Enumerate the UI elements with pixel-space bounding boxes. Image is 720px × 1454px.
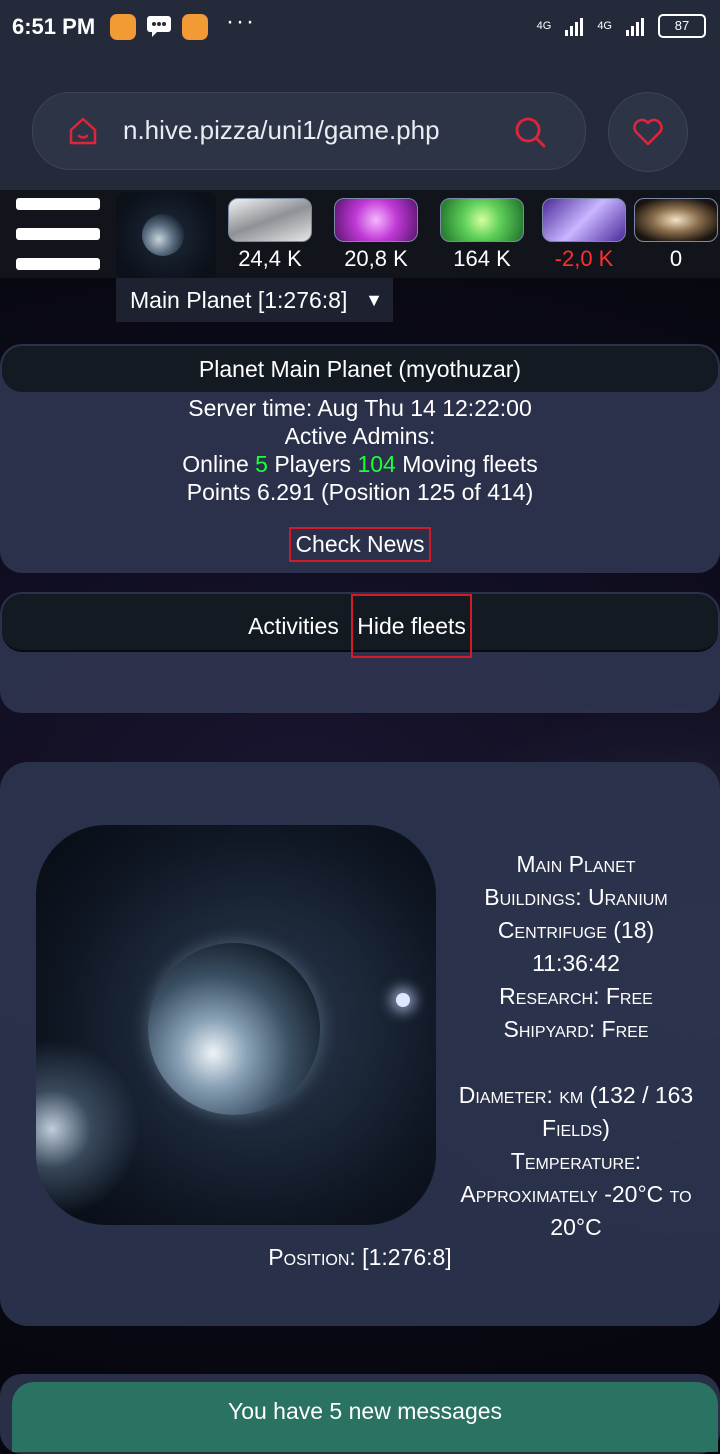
resource-energy[interactable]: -2,0 K: [542, 198, 626, 272]
signal-icon: [565, 16, 584, 36]
planet-info: Main Planet Buildings: Uranium Centrifug…: [452, 848, 700, 1244]
planet-selector-value: Main Planet [1:276:8]: [130, 287, 348, 313]
resource-value: 0: [669, 246, 683, 271]
dark-matter-icon: [634, 198, 718, 242]
network-label: 4G: [536, 20, 552, 32]
resource-deuterium[interactable]: 164 K: [440, 198, 524, 272]
overview-title: Planet Main Planet (myothuzar): [2, 346, 718, 392]
message-icon: [146, 14, 172, 40]
players-count: 104: [357, 451, 396, 477]
moving-fleets-label: Moving fleets: [402, 451, 538, 477]
shipyard-status: Shipyard: Free: [503, 1016, 649, 1042]
energy-icon: [542, 198, 626, 242]
overview-info: Server time: Aug Thu 14 12:22:00 Active …: [0, 394, 720, 506]
online-label: Online: [182, 451, 249, 477]
chevron-down-icon: ▼: [365, 290, 383, 310]
check-news-button[interactable]: Check News: [289, 527, 431, 562]
players-label: Players: [274, 451, 352, 477]
planet-name: Main Planet: [516, 851, 636, 877]
url-text[interactable]: n.hive.pizza/uni1/game.php: [123, 115, 495, 146]
resource-value: 24,4 K: [238, 246, 302, 271]
new-messages-banner[interactable]: You have 5 new messages: [12, 1382, 718, 1452]
diameter: Diameter: km (132 / 163 Fields): [458, 1082, 694, 1141]
search-icon[interactable]: [513, 115, 547, 149]
resource-value: 164 K: [453, 246, 511, 271]
temperature: Temperature: Approximately -20°C to 20°C: [460, 1148, 692, 1240]
planet-position: Position: [1:276:8]: [268, 1244, 452, 1270]
resource-dark-matter[interactable]: 0: [634, 198, 718, 272]
online-count: 5: [255, 451, 268, 477]
signal-icon-2: [626, 16, 644, 36]
planet-selector[interactable]: Main Planet [1:276:8] ▼: [116, 278, 393, 322]
activities-header: Activities Hide fleets: [2, 594, 718, 658]
network-label-2: 4G: [597, 20, 612, 32]
activities-label: Activities: [248, 613, 339, 639]
browser-toolbar: n.hive.pizza/uni1/game.php: [0, 56, 720, 190]
planet-image[interactable]: [36, 825, 436, 1225]
activities-panel: Activities Hide fleets: [0, 592, 720, 713]
crystal-icon: [334, 198, 418, 242]
battery-icon: 87: [658, 14, 706, 38]
planet-detail-panel: Main Planet Buildings: Uranium Centrifug…: [0, 762, 720, 1326]
more-notifications-icon: ···: [226, 8, 256, 35]
research-status: Research: Free: [499, 983, 653, 1009]
server-time: Server time: Aug Thu 14 12:22:00: [188, 395, 532, 421]
favorite-button[interactable]: [608, 92, 688, 172]
heart-icon: [633, 118, 663, 146]
resource-crystal[interactable]: 20,8 K: [334, 198, 418, 272]
home-icon[interactable]: [67, 115, 99, 147]
buildings-status: Buildings: Uranium Centrifuge (18) 11:36…: [484, 884, 668, 976]
address-bar[interactable]: n.hive.pizza/uni1/game.php: [32, 92, 586, 170]
status-time: 6:51 PM: [12, 14, 96, 39]
shield-app-icon-2: [182, 14, 208, 40]
menu-icon[interactable]: [16, 198, 100, 288]
deuterium-icon: [440, 198, 524, 242]
points: Points 6.291 (Position 125 of 414): [186, 479, 534, 505]
resource-value: 20,8 K: [344, 246, 408, 271]
shield-app-icon: [110, 14, 136, 40]
resource-metal[interactable]: 24,4 K: [228, 198, 312, 272]
resource-value: -2,0 K: [554, 246, 614, 271]
status-bar: 6:51 PM ··· 4G 4G 87: [0, 0, 720, 56]
planet-thumbnail[interactable]: [116, 192, 216, 280]
overview-panel: Planet Main Planet (myothuzar) Server ti…: [0, 344, 720, 573]
online-line: Online 5 Players 104 Moving fleets: [0, 450, 720, 478]
resource-bar: 24,4 K 20,8 K 164 K -2,0 K 0: [0, 190, 720, 280]
metal-icon: [228, 198, 312, 242]
hide-fleets-button[interactable]: Hide fleets: [351, 594, 472, 658]
active-admins: Active Admins:: [284, 423, 436, 449]
